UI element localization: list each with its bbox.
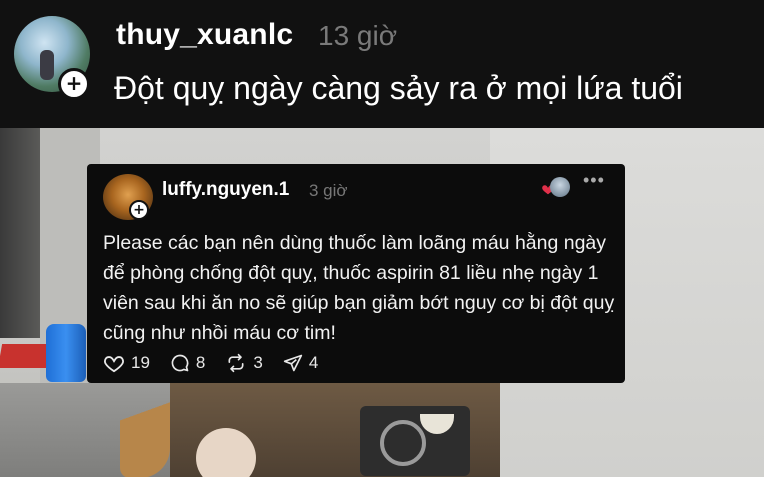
- avatar[interactable]: +: [14, 16, 90, 100]
- action-bar: 19 8 3 4: [103, 351, 338, 375]
- door: [0, 128, 40, 338]
- post-text: Đột quỵ ngày càng sảy ra ở mọi lứa tuổi: [114, 70, 683, 106]
- repost-count: 3: [253, 353, 263, 372]
- repost-button[interactable]: 3: [225, 353, 263, 373]
- share-icon: [283, 354, 303, 372]
- reply-time: 3 giờ: [309, 181, 348, 200]
- like-button[interactable]: 19: [103, 353, 150, 373]
- comment-button[interactable]: 8: [170, 353, 205, 373]
- comment-count: 8: [195, 353, 206, 372]
- post-time: 13 giờ: [318, 20, 398, 51]
- follow-plus-icon[interactable]: +: [58, 68, 90, 100]
- heart-icon: [104, 356, 124, 373]
- reply-card[interactable]: + luffy.nguyen.1 3 giờ ••• Please các bạ…: [87, 164, 625, 383]
- follow-plus-icon[interactable]: +: [129, 200, 149, 220]
- liker-avatar: [550, 177, 570, 197]
- avatar-photo: [40, 50, 54, 80]
- share-count: 4: [308, 353, 319, 372]
- broom: [120, 388, 170, 477]
- share-button[interactable]: 4: [283, 353, 318, 373]
- reply-text: Please các bạn nên dùng thuốc làm loãng …: [103, 232, 615, 344]
- like-count: 19: [131, 353, 150, 372]
- reply-username[interactable]: luffy.nguyen.1: [162, 179, 289, 201]
- reply-avatar[interactable]: +: [103, 174, 153, 220]
- username[interactable]: thuy_xuanlc: [116, 18, 293, 52]
- comment-icon: [171, 354, 189, 372]
- stove-burner: [380, 420, 426, 466]
- repost-icon: [228, 353, 244, 373]
- original-post-header: + thuy_xuanlc 13 giờ Đột quỵ ngày càng s…: [0, 0, 764, 128]
- water-jug: [46, 324, 86, 382]
- more-icon[interactable]: •••: [583, 170, 605, 191]
